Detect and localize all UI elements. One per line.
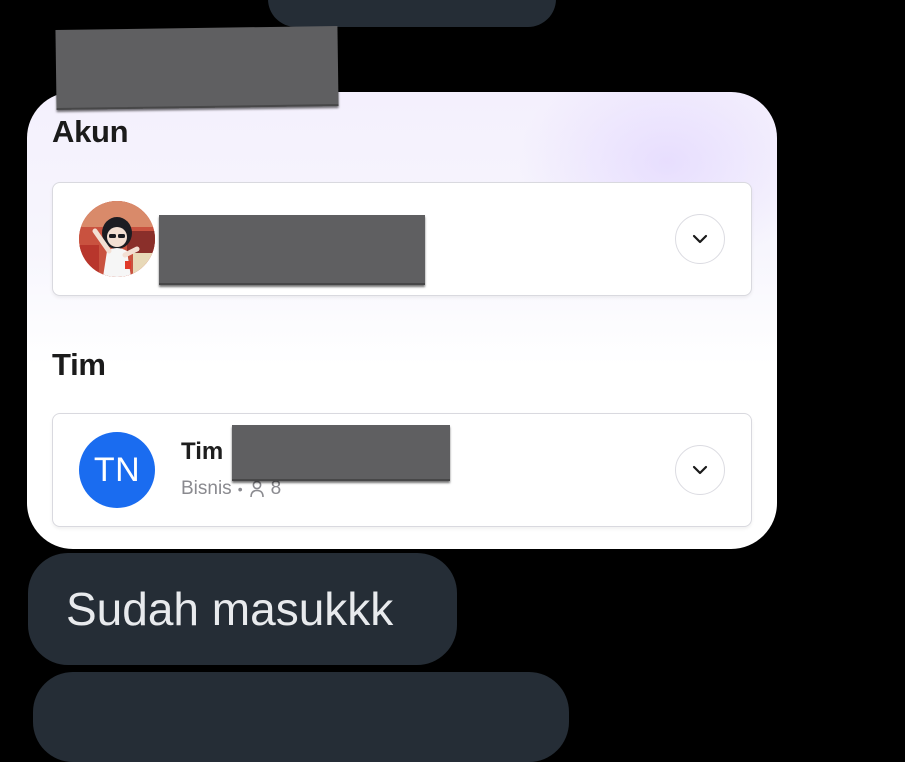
chevron-down-icon bbox=[692, 465, 708, 475]
team-plan: Bisnis bbox=[181, 478, 232, 499]
avatar-illustration bbox=[79, 201, 155, 277]
team-section-title: Tim bbox=[52, 347, 106, 382]
account-dropdown-button[interactable] bbox=[675, 214, 725, 264]
team-avatar: TN bbox=[79, 432, 155, 508]
person-icon bbox=[249, 480, 264, 498]
account-avatar bbox=[79, 201, 155, 277]
team-member-count: 8 bbox=[270, 478, 282, 499]
separator-dot: • bbox=[237, 481, 243, 497]
message-bubble-next bbox=[33, 672, 569, 762]
team-dropdown-button[interactable] bbox=[675, 445, 725, 495]
team-details: Bisnis • 8 bbox=[181, 478, 281, 500]
message-bubble-previous bbox=[268, 0, 556, 27]
redaction-block bbox=[55, 26, 339, 110]
message-text: Sudah masukkk bbox=[66, 583, 394, 635]
account-section-title: Akun bbox=[52, 114, 129, 149]
message-bubble: Sudah masukkk bbox=[28, 553, 457, 665]
chevron-down-icon bbox=[692, 234, 708, 244]
redaction-block bbox=[232, 425, 450, 481]
redaction-block bbox=[159, 215, 425, 285]
team-name: Tim bbox=[181, 438, 224, 465]
